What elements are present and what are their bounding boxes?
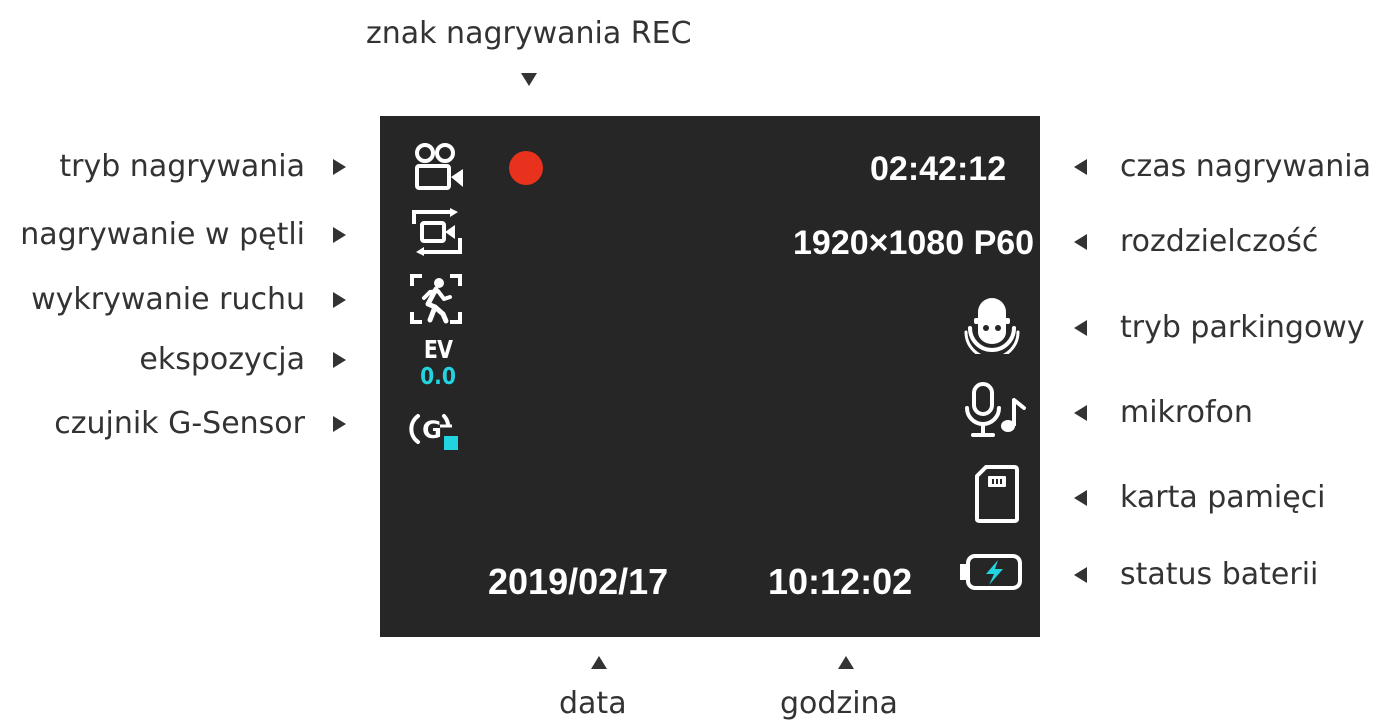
callout-parking-mode: tryb parkingowy — [1120, 310, 1365, 345]
motion-detection-icon — [408, 272, 464, 326]
recording-time-value: 02:42:12 — [870, 150, 1007, 188]
g-sensor-letter: G — [422, 416, 442, 444]
arrow-left-recording-time — [1074, 159, 1087, 175]
arrow-up-time — [838, 656, 854, 669]
arrow-left-battery-status — [1074, 567, 1087, 583]
arrow-right-recording-mode — [333, 159, 346, 175]
loop-recording-icon — [410, 208, 466, 256]
callout-date: data — [559, 686, 627, 721]
arrow-left-parking-mode — [1074, 320, 1087, 336]
arrow-right-loop-recording — [333, 227, 346, 243]
time-value: 10:12:02 — [768, 561, 913, 602]
callout-microphone: mikrofon — [1120, 395, 1253, 430]
callout-time: godzina — [780, 686, 898, 721]
arrow-left-memory-card — [1074, 490, 1087, 506]
callout-loop-recording: nagrywanie w pętli — [20, 217, 305, 252]
arrow-right-g-sensor — [333, 416, 346, 432]
ev-value: 0.0 — [420, 364, 456, 390]
callout-exposure: ekspozycja — [139, 342, 305, 377]
g-sensor-icon: G — [408, 408, 464, 452]
rec-dot-icon — [508, 150, 544, 186]
parking-mode-icon — [964, 290, 1020, 354]
callout-motion-detection: wykrywanie ruchu — [31, 282, 305, 317]
callout-memory-card: karta pamięci — [1120, 480, 1326, 515]
callout-rec-indicator: znak nagrywania REC — [366, 16, 692, 51]
video-camera-icon — [414, 142, 466, 192]
arrow-right-exposure — [333, 352, 346, 368]
arrow-left-resolution — [1074, 234, 1087, 250]
rec-dot-circle — [509, 151, 543, 185]
callout-recording-time: czas nagrywania — [1120, 149, 1371, 184]
arrow-down-rec — [521, 73, 537, 86]
battery-charging-icon — [958, 552, 1024, 592]
microphone-music-icon — [962, 380, 1030, 440]
arrow-left-microphone — [1074, 405, 1087, 421]
arrow-right-motion-detection — [333, 292, 346, 308]
callout-battery-status: status baterii — [1120, 557, 1319, 592]
arrow-up-date — [591, 656, 607, 669]
resolution-value: 1920×1080 P60 — [793, 224, 1035, 262]
ev-label: EV — [423, 335, 453, 364]
g-sensor-level-block — [444, 436, 458, 450]
callout-recording-mode: tryb nagrywania — [59, 149, 305, 184]
sd-card-icon — [974, 464, 1020, 524]
date-value: 2019/02/17 — [488, 561, 669, 602]
camera-screen — [380, 116, 1040, 637]
callout-resolution: rozdzielczość — [1120, 224, 1319, 259]
callout-g-sensor: czujnik G-Sensor — [54, 406, 305, 441]
